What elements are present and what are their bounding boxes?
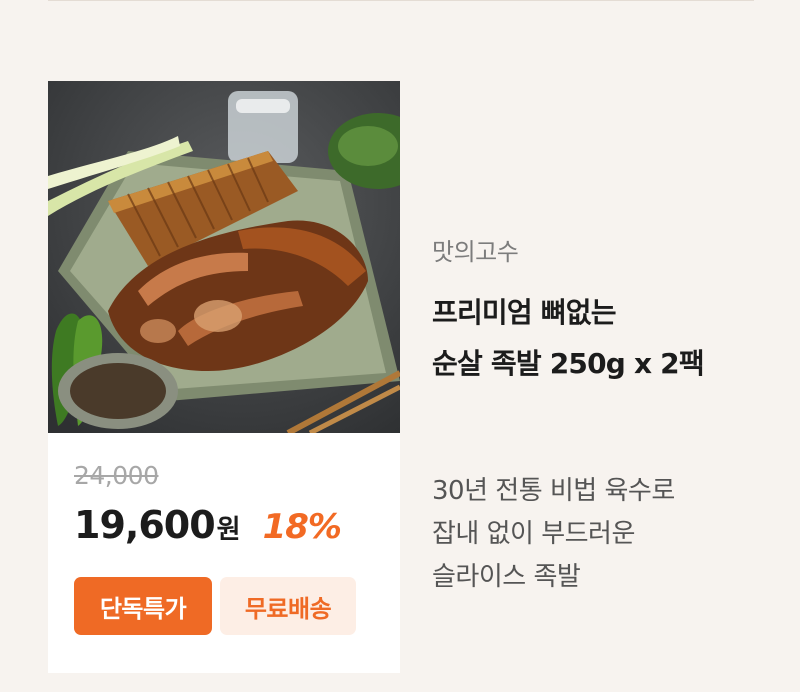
badge-group: 단독특가 무료배송: [74, 577, 356, 635]
jokbal-photo: [48, 81, 400, 433]
product-card[interactable]: 24,000 19,600 원 18% 단독특가 무료배송: [48, 81, 400, 673]
discount-rate: 18%: [262, 507, 342, 547]
free-shipping-badge: 무료배송: [220, 577, 356, 635]
product-info: 맛의고수 프리미엄 뼈없는 순살 족발 250g x 2팩: [432, 232, 772, 389]
product-title-line-1: 프리미엄 뼈없는: [432, 296, 616, 329]
exclusive-deal-badge: 단독특가: [74, 577, 212, 635]
top-divider: [48, 0, 754, 1]
description-line-2: 잡내 없이 부드러운: [432, 519, 635, 549]
sale-price: 19,600: [74, 503, 216, 547]
brand-name: 맛의고수: [432, 238, 519, 266]
price-row: 19,600 원 18%: [74, 503, 342, 547]
product-image[interactable]: [48, 81, 400, 433]
description-line-3: 슬라이스 족발: [432, 562, 581, 592]
original-price: 24,000: [74, 461, 159, 490]
product-description: 30년 전통 비법 육수로 잡내 없이 부드러운 슬라이스 족발: [432, 470, 772, 599]
product-title[interactable]: 프리미엄 뼈없는 순살 족발 250g x 2팩: [432, 287, 772, 389]
currency-unit: 원: [216, 515, 241, 545]
description-line-1: 30년 전통 비법 육수로: [432, 476, 675, 506]
product-title-line-2: 순살 족발 250g x 2팩: [432, 347, 705, 380]
